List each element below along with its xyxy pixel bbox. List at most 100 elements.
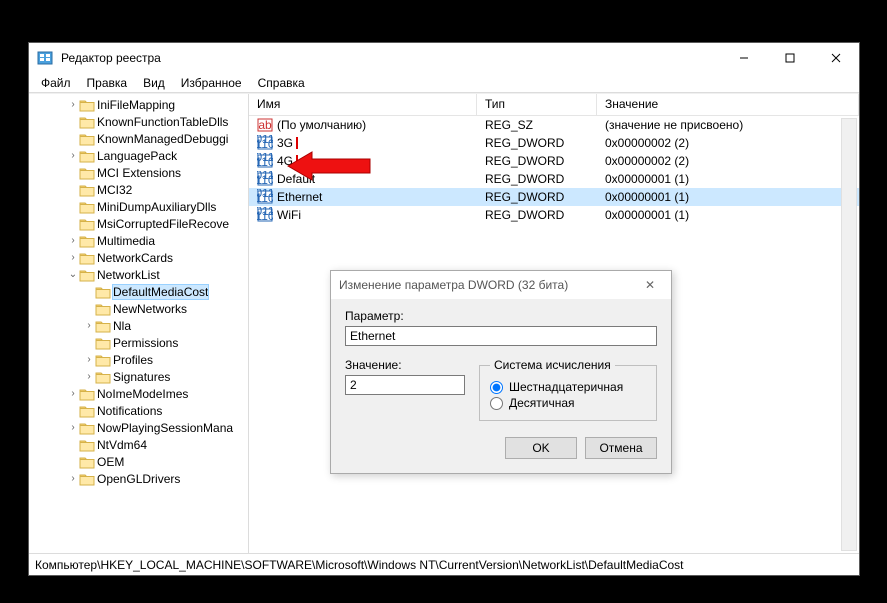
menu-вид[interactable]: Вид xyxy=(135,74,173,92)
tree-label: Signatures xyxy=(113,370,170,384)
chevron-right-icon[interactable]: › xyxy=(83,371,95,382)
menu-избранное[interactable]: Избранное xyxy=(173,74,250,92)
vertical-scrollbar[interactable] xyxy=(841,118,857,551)
chevron-right-icon[interactable]: › xyxy=(67,150,79,161)
tree-item[interactable]: › NetworkCards xyxy=(29,249,248,266)
value-type: REG_DWORD xyxy=(477,190,597,204)
tree-label: Profiles xyxy=(113,353,153,367)
tree-item[interactable]: Notifications xyxy=(29,402,248,419)
dword-value-icon: 011110 xyxy=(257,171,273,187)
dialog-title: Изменение параметра DWORD (32 бита) xyxy=(339,278,568,292)
menu-правка[interactable]: Правка xyxy=(79,74,136,92)
tree-item[interactable]: OEM xyxy=(29,453,248,470)
ok-button[interactable]: OK xyxy=(505,437,577,459)
value-name: (По умолчанию) xyxy=(277,118,366,132)
value-type: REG_SZ xyxy=(477,118,597,132)
folder-icon xyxy=(79,183,95,197)
tree-label: NtVdm64 xyxy=(97,438,147,452)
column-type[interactable]: Тип xyxy=(477,94,597,115)
value-row[interactable]: ab(По умолчанию)REG_SZ(значение не присв… xyxy=(249,116,859,134)
tree-item[interactable]: ›LanguagePack xyxy=(29,147,248,164)
radix-hex-row[interactable]: Шестнадцатеричная xyxy=(490,380,646,394)
tree-item[interactable]: MiniDumpAuxiliaryDlls xyxy=(29,198,248,215)
tree-label: Multimedia xyxy=(97,234,155,248)
value-row[interactable]: 011110WiFiREG_DWORD0x00000001 (1) xyxy=(249,206,859,224)
menu-файл[interactable]: Файл xyxy=(33,74,79,92)
value-name: Ethernet xyxy=(277,190,322,204)
maximize-button[interactable] xyxy=(767,43,813,73)
svg-text:110: 110 xyxy=(257,137,273,151)
column-name[interactable]: Имя xyxy=(249,94,477,115)
cancel-button[interactable]: Отмена xyxy=(585,437,657,459)
tree-item[interactable]: NewNetworks xyxy=(29,300,248,317)
dword-value-icon: 011110 xyxy=(257,135,273,151)
tree-label: DefaultMediaCost xyxy=(113,285,208,299)
value-row[interactable]: 0111104GREG_DWORD0x00000002 (2) xyxy=(249,152,859,170)
tree-item[interactable]: › NoImeModeImes xyxy=(29,385,248,402)
column-value[interactable]: Значение xyxy=(597,94,859,115)
chevron-right-icon[interactable]: › xyxy=(67,388,79,399)
chevron-right-icon[interactable]: › xyxy=(83,320,95,331)
minimize-button[interactable] xyxy=(721,43,767,73)
value-name: 4G xyxy=(277,154,293,168)
tree-item[interactable]: › Profiles xyxy=(29,351,248,368)
tree-label: NewNetworks xyxy=(113,302,187,316)
tree-item[interactable]: ⌄NetworkList xyxy=(29,266,248,283)
value-input[interactable] xyxy=(345,375,465,395)
tree-view[interactable]: ›IniFileMappingKnownFunctionTableDllsKno… xyxy=(29,94,249,553)
folder-icon xyxy=(95,370,111,384)
value-type: REG_DWORD xyxy=(477,136,597,150)
value-name: WiFi xyxy=(277,208,301,222)
tree-item[interactable]: › Signatures xyxy=(29,368,248,385)
tree-item[interactable]: MCI Extensions xyxy=(29,164,248,181)
radix-hex-radio[interactable] xyxy=(490,381,503,394)
close-button[interactable] xyxy=(813,43,859,73)
value-row[interactable]: 011110DefaultREG_DWORD0x00000001 (1) xyxy=(249,170,859,188)
value-row[interactable]: 011110EthernetREG_DWORD0x00000001 (1) xyxy=(249,188,859,206)
tree-item[interactable]: MCI32 xyxy=(29,181,248,198)
tree-label: NoImeModeImes xyxy=(97,387,188,401)
folder-icon xyxy=(79,132,95,146)
menu-справка[interactable]: Справка xyxy=(250,74,313,92)
value-name: 3G xyxy=(277,136,293,150)
tree-label: OEM xyxy=(97,455,124,469)
chevron-right-icon[interactable]: › xyxy=(67,422,79,433)
folder-icon xyxy=(79,268,95,282)
param-input[interactable] xyxy=(345,326,657,346)
chevron-right-icon[interactable]: › xyxy=(67,473,79,484)
dword-value-icon: 011110 xyxy=(257,153,273,169)
folder-icon xyxy=(79,200,95,214)
radix-legend: Система исчисления xyxy=(490,358,615,372)
tree-item[interactable]: › Multimedia xyxy=(29,232,248,249)
tree-item[interactable]: Permissions xyxy=(29,334,248,351)
radix-dec-radio[interactable] xyxy=(490,397,503,410)
svg-text:110: 110 xyxy=(257,155,273,169)
tree-item[interactable]: ›NowPlayingSessionMana xyxy=(29,419,248,436)
tree-item[interactable]: ›Nla xyxy=(29,317,248,334)
tree-item[interactable]: ›OpenGLDrivers xyxy=(29,470,248,487)
folder-icon xyxy=(79,404,95,418)
list-header: Имя Тип Значение xyxy=(249,94,859,116)
value-data: 0x00000002 (2) xyxy=(597,136,859,150)
tree-item[interactable]: DefaultMediaCost xyxy=(29,283,248,300)
value-data: (значение не присвоено) xyxy=(597,118,859,132)
dialog-titlebar: Изменение параметра DWORD (32 бита) ✕ xyxy=(331,271,671,299)
radix-dec-row[interactable]: Десятичная xyxy=(490,396,646,410)
chevron-down-icon[interactable]: ⌄ xyxy=(67,269,79,280)
folder-icon xyxy=(79,149,95,163)
folder-icon xyxy=(79,166,95,180)
tree-item[interactable]: KnownManagedDebuggi xyxy=(29,130,248,147)
chevron-right-icon[interactable]: › xyxy=(83,354,95,365)
dword-value-icon: 011110 xyxy=(257,189,273,205)
tree-label: NetworkCards xyxy=(97,251,173,265)
chevron-right-icon[interactable]: › xyxy=(67,235,79,246)
tree-item[interactable]: ›IniFileMapping xyxy=(29,96,248,113)
tree-item[interactable]: NtVdm64 xyxy=(29,436,248,453)
tree-item[interactable]: KnownFunctionTableDlls xyxy=(29,113,248,130)
value-row[interactable]: 011110 3G REG_DWORD0x00000002 (2) xyxy=(249,134,859,152)
tree-item[interactable]: MsiCorruptedFileRecove xyxy=(29,215,248,232)
chevron-right-icon[interactable]: › xyxy=(67,252,79,263)
dialog-close-button[interactable]: ✕ xyxy=(637,278,663,292)
chevron-right-icon[interactable]: › xyxy=(67,99,79,110)
tree-label: MCI Extensions xyxy=(97,166,181,180)
